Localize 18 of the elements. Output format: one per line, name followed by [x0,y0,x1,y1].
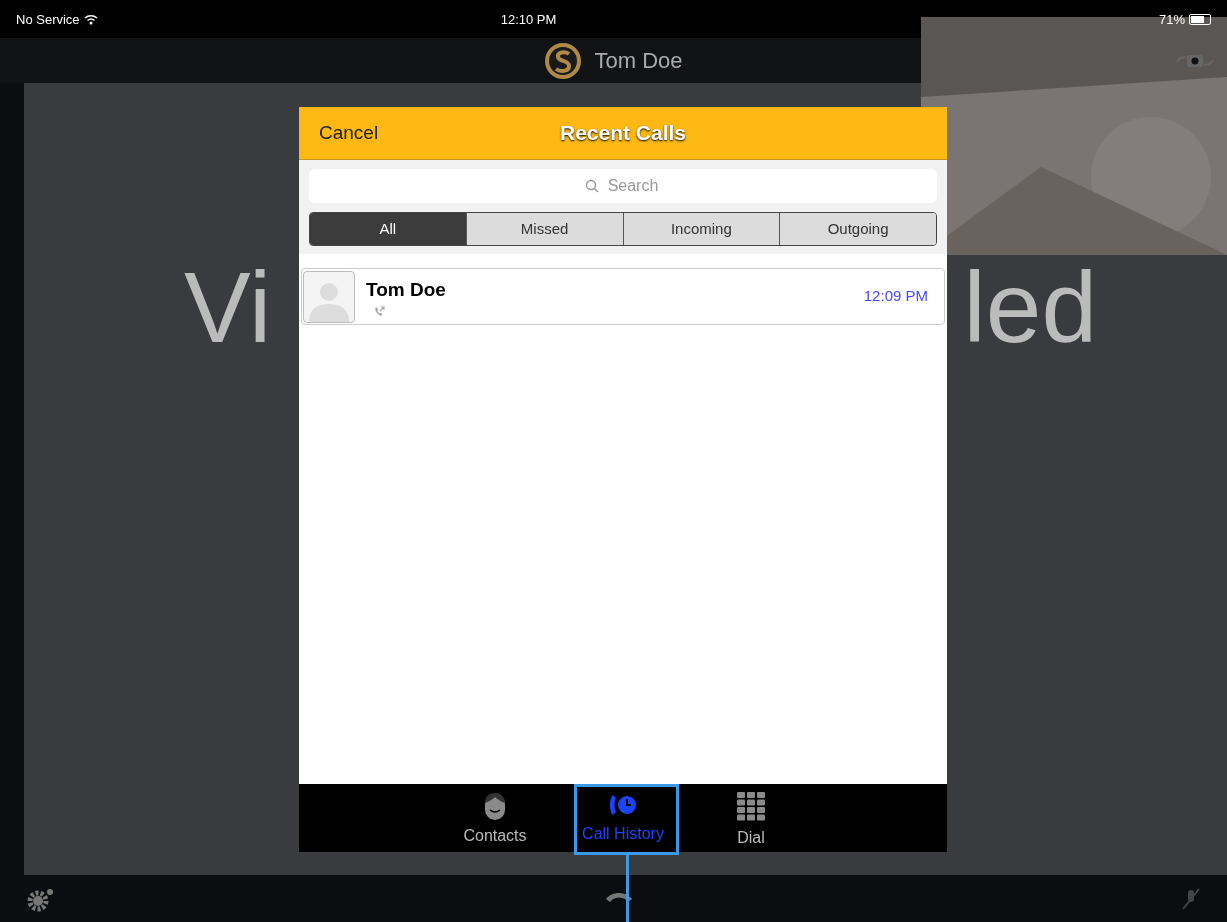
clock: 12:10 PM [500,11,557,29]
carrier-label: No Service [16,11,80,29]
caller-name: Tom Doe [594,47,683,75]
call-row[interactable]: Tom Doe 12:09 PM [301,268,945,325]
filter-tab[interactable]: Missed [466,213,624,245]
filter-tab[interactable]: Incoming [623,213,781,245]
dialog-title: Recent Calls [559,120,687,147]
call-time: 12:09 PM [863,286,928,307]
contact-name: Tom Doe [366,277,447,302]
tab-bar-item[interactable]: Contacts [449,792,541,852]
cancel-button[interactable]: Cancel [319,118,379,148]
tab-bar-item[interactable]: Dial [705,792,797,852]
filter-tab[interactable]: All [310,213,467,245]
search-field[interactable]: Search [309,169,937,203]
filter-tab[interactable]: Outgoing [780,213,936,245]
video-status-text: Vi [184,257,272,357]
video-status-text: led [963,257,1097,357]
battery-percent: 71% [1158,11,1185,29]
